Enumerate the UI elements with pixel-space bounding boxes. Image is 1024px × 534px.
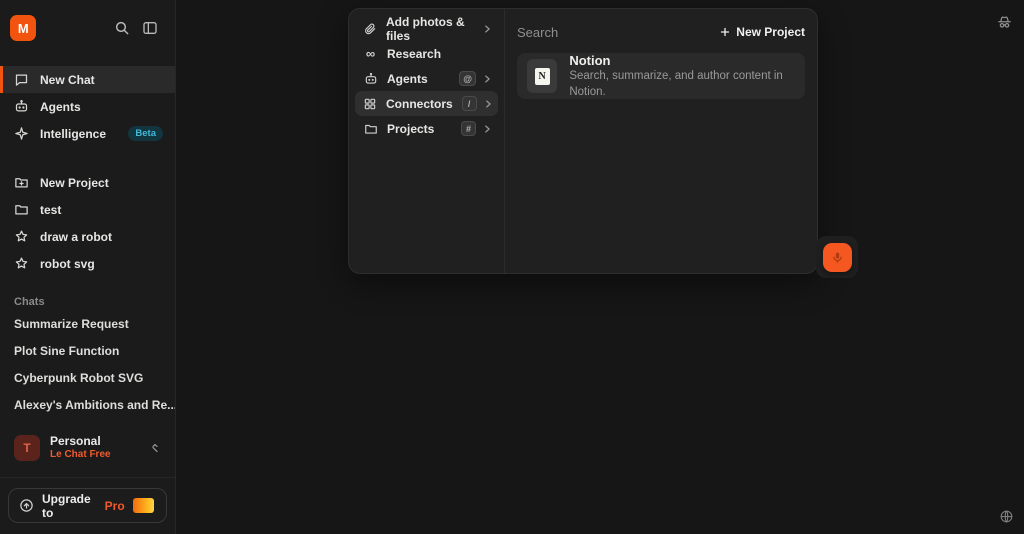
infinity-icon: ∞ (363, 47, 378, 60)
sidebar-item-label: Intelligence (40, 127, 106, 141)
new-project-label: New Project (736, 25, 805, 39)
sidebar-item-label: New Chat (40, 73, 95, 87)
robot-icon (14, 99, 29, 114)
sidebar-toggle-icon[interactable] (139, 17, 161, 39)
divider (0, 477, 175, 478)
menu-item-add-photos-files[interactable]: Add photos & files (355, 16, 498, 41)
menu-item-agents[interactable]: Agents @ (355, 66, 498, 91)
connector-item-notion[interactable]: N Notion Search, summarize, and author c… (517, 53, 805, 99)
sidebar-nav: New Chat Agents Intelligence Beta (0, 66, 175, 147)
shortcut-badge: / (462, 96, 477, 111)
star-icon (14, 229, 29, 244)
menu-item-label: Projects (387, 122, 434, 136)
tools-popup: Add photos & files ∞ Research Agents @ (348, 8, 818, 274)
arrow-up-circle-icon (19, 498, 34, 513)
menu-item-label: Agents (387, 72, 428, 86)
paperclip-icon (363, 22, 377, 36)
notion-glyph: N (535, 68, 550, 85)
grid-icon (363, 97, 377, 111)
connector-texts: Notion Search, summarize, and author con… (569, 52, 795, 101)
sidebar-item-new-chat[interactable]: New Chat (0, 66, 175, 93)
microphone-button[interactable] (823, 243, 852, 272)
chevron-right-icon (482, 24, 492, 34)
menu-item-research[interactable]: ∞ Research (355, 41, 498, 66)
chats-heading: Chats (0, 296, 175, 310)
connectors-panel: New Project N Notion Search, summarize, … (505, 9, 817, 273)
sidebar-item-label: Agents (40, 100, 81, 114)
chat-item[interactable]: Alexey's Ambitions and Re... (0, 391, 175, 418)
globe-icon[interactable] (997, 507, 1015, 525)
upgrade-label: Upgrade to (42, 492, 101, 520)
chat-item[interactable]: Cyberpunk Robot SVG (0, 364, 175, 391)
connector-description: Search, summarize, and author content in… (569, 69, 795, 100)
menu-item-projects[interactable]: Projects # (355, 116, 498, 141)
upgrade-pro-label: Pro (105, 499, 125, 513)
chevron-right-icon (483, 99, 493, 109)
menu-item-label: Research (387, 47, 441, 61)
connector-search-input[interactable] (517, 25, 719, 40)
folder-icon (363, 122, 378, 136)
sidebar-chats: Chats Summarize Request Plot Sine Functi… (0, 296, 175, 418)
menu-item-meta: @ (459, 71, 492, 86)
chevron-up-down-icon (149, 442, 161, 454)
sidebar: M New Chat Agents (0, 0, 176, 534)
shortcut-badge: # (461, 121, 476, 136)
upgrade-to-pro-button[interactable]: Upgrade to Pro (8, 488, 167, 523)
sidebar-footer: T Personal Le Chat Free Upgrade to Pro (0, 433, 175, 534)
account-texts: Personal Le Chat Free (50, 435, 111, 460)
search-icon[interactable] (111, 17, 133, 39)
avatar: T (14, 435, 40, 461)
sidebar-item-label: robot svg (40, 257, 95, 271)
sidebar-item-project-test[interactable]: test (0, 196, 175, 223)
new-project-button[interactable]: New Project (719, 25, 805, 39)
menu-item-meta: # (461, 121, 492, 136)
sidebar-item-agents[interactable]: Agents (0, 93, 175, 120)
menu-item-connectors[interactable]: Connectors / (355, 91, 498, 116)
connectors-panel-header: New Project (517, 17, 805, 47)
sidebar-item-intelligence[interactable]: Intelligence Beta (0, 120, 175, 147)
sidebar-item-label: test (40, 203, 61, 217)
shortcut-badge: @ (459, 71, 476, 86)
plus-icon (719, 26, 731, 38)
connector-title: Notion (569, 52, 795, 70)
chat-item[interactable]: Summarize Request (0, 310, 175, 337)
incognito-icon[interactable] (994, 12, 1014, 32)
mistral-logo[interactable]: M (10, 15, 36, 41)
folder-plus-icon (14, 175, 29, 190)
chevron-right-icon (482, 74, 492, 84)
account-plan: Le Chat Free (50, 449, 111, 461)
account-switcher[interactable]: T Personal Le Chat Free (8, 433, 167, 463)
chat-item[interactable]: Plot Sine Function (0, 337, 175, 364)
account-name: Personal (50, 435, 111, 449)
beta-badge: Beta (128, 126, 163, 141)
notion-icon: N (527, 59, 557, 93)
sidebar-item-label: draw a robot (40, 230, 112, 244)
menu-item-meta: / (462, 96, 493, 111)
chat-bubble-icon (14, 72, 29, 87)
menu-item-label: Add photos & files (386, 15, 473, 43)
pro-gradient-badge (133, 498, 154, 513)
sidebar-projects: New Project test draw a robot robot svg (0, 169, 175, 277)
sidebar-item-new-project[interactable]: New Project (0, 169, 175, 196)
folder-icon (14, 202, 29, 217)
sidebar-header: M (0, 6, 175, 50)
sidebar-item-draw-a-robot[interactable]: draw a robot (0, 223, 175, 250)
sparkle-icon (14, 126, 29, 141)
chevron-right-icon (482, 124, 492, 134)
menu-item-label: Connectors (386, 97, 453, 111)
sidebar-item-robot-svg[interactable]: robot svg (0, 250, 175, 277)
app-root: M New Chat Agents (0, 0, 1024, 534)
sidebar-item-label: New Project (40, 176, 109, 190)
robot-icon (363, 72, 378, 86)
menu-item-meta (482, 24, 492, 34)
star-icon (14, 256, 29, 271)
tools-menu: Add photos & files ∞ Research Agents @ (349, 9, 505, 273)
